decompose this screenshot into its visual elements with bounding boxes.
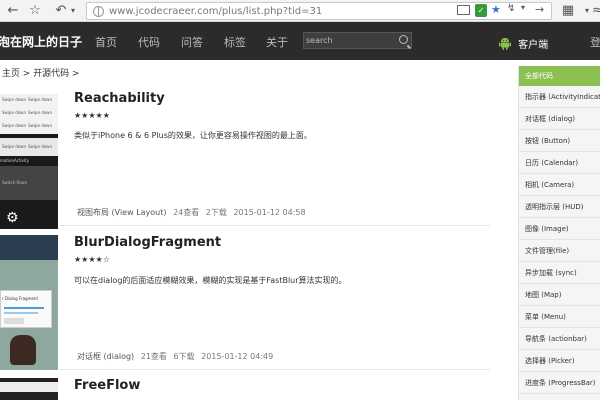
thumb-dialog: r Dialog Fragment <box>0 290 52 328</box>
thumb-text: Swipe down <box>2 144 26 149</box>
item-views: 21查看 <box>140 352 167 361</box>
thumb-row: Swipe down Swipe down <box>0 138 58 156</box>
item-title[interactable]: FreeFlow <box>74 378 140 393</box>
item-date: 2015-01-12 04:49 <box>201 352 274 361</box>
sidebar-item[interactable]: 透明指示层 (HUD) <box>519 196 600 218</box>
sidebar-item[interactable]: 导航条 (actionbar) <box>519 328 600 350</box>
thumb-text: Swipe down <box>2 97 26 102</box>
item-thumbnail[interactable]: Swipe down Swipe down Swipe down Swipe d… <box>0 94 58 229</box>
item-rating: ★★★★★ <box>74 111 110 120</box>
nav-home[interactable]: 首页 <box>95 34 117 50</box>
nav-qa[interactable]: 问答 <box>181 34 203 50</box>
search-input[interactable] <box>306 34 394 47</box>
nav-tags[interactable]: 标签 <box>224 34 246 50</box>
thumb-bar <box>0 382 58 392</box>
undo-icon[interactable]: ↶ <box>54 3 68 19</box>
android-icon <box>499 38 511 50</box>
url-text: www.jcodecraeer.com/plus/list.php?tid=31 <box>109 6 323 17</box>
item-rating: ★★★★☆ <box>74 255 110 264</box>
mail-icon[interactable] <box>457 5 470 15</box>
thumb-figure <box>10 335 36 365</box>
thumb-line <box>4 307 44 309</box>
thumb-text: Switch Rows <box>2 180 27 185</box>
breadcrumb: : 主页 > 开源代码 > <box>0 69 80 79</box>
item-meta: 对话框 (dialog) 21查看 6下载 2015-01-12 04:49 <box>77 351 273 362</box>
sidebar-item[interactable]: 对话框 (dialog) <box>519 108 600 130</box>
login-link[interactable]: 登 <box>590 34 600 50</box>
thumb-text: Swipe down <box>28 144 52 149</box>
item-category[interactable]: 视图布局 (View Layout) <box>77 208 167 217</box>
sidebar-item[interactable]: 文件管理(file) <box>519 240 600 262</box>
search-box <box>303 32 412 49</box>
item-views: 24查看 <box>173 208 200 217</box>
star-icon[interactable]: ☆ <box>28 3 42 19</box>
site-title[interactable]: 泡在网上的日子 <box>0 33 82 50</box>
nav-code[interactable]: 代码 <box>138 34 160 50</box>
sidebar-item[interactable]: 异步加载 (sync) <box>519 262 600 284</box>
sidebar-item[interactable]: 进度条 (ProgressBar) <box>519 372 600 394</box>
sidebar-item[interactable]: 菜单 (Menu) <box>519 306 600 328</box>
thumb-screen: Swipe down Swipe down Swipe down Swipe d… <box>0 94 58 134</box>
nav-about[interactable]: 关于 <box>266 34 288 50</box>
thumb-text: Swipe down <box>28 97 52 102</box>
android-client-label: 客户端 <box>518 40 549 51</box>
item-title[interactable]: Reachability <box>74 91 165 106</box>
item-thumbnail[interactable]: r Dialog Fragment <box>0 235 58 370</box>
browser-toolbar: ← ☆ ↶ ▾ www.jcodecraeer.com/plus/list.ph… <box>0 0 600 22</box>
sidebar-item[interactable]: 相机 (Camera) <box>519 174 600 196</box>
sidebar-item[interactable]: 日历 (Calendar) <box>519 152 600 174</box>
sidebar-item[interactable]: 图像 (Image) <box>519 218 600 240</box>
item-thumbnail[interactable] <box>0 378 58 400</box>
item-description: 类似于iPhone 6 & 6 Plus的效果，让你更容易操作视图的最上面。 <box>74 131 312 140</box>
item-downloads: 2下载 <box>205 208 227 217</box>
thumb-text: mationActivity <box>0 158 29 163</box>
category-sidebar: 全部代码 指示器 (ActivityIndicator) 对话框 (dialog… <box>518 66 600 400</box>
shield-icon[interactable]: ✓ <box>475 4 487 17</box>
sidebar-header[interactable]: 全部代码 <box>519 66 600 86</box>
item-meta: 视图布局 (View Layout) 24查看 2下载 2015-01-12 0… <box>77 207 306 218</box>
favorite-star-icon[interactable]: ★ <box>491 3 501 16</box>
search-icon[interactable] <box>399 35 408 44</box>
back-icon[interactable]: ← <box>6 3 20 19</box>
item-date: 2015-01-12 04:58 <box>233 208 306 217</box>
divider <box>60 225 490 226</box>
go-arrow-icon[interactable]: → <box>535 3 544 16</box>
thumb-text: Swipe down <box>28 110 52 115</box>
thumb-panel: Switch Rows <box>0 166 58 200</box>
wifi-icon[interactable]: ≈ <box>592 3 600 19</box>
sidebar-item[interactable]: 按钮 (Button) <box>519 130 600 152</box>
gear-icon: ⚙ <box>6 210 19 226</box>
sidebar-item[interactable]: 地图 (Map) <box>519 284 600 306</box>
item-category[interactable]: 对话框 (dialog) <box>77 352 134 361</box>
thumb-text: r Dialog Fragment <box>2 296 39 301</box>
item-downloads: 6下载 <box>173 352 195 361</box>
address-bar[interactable]: www.jcodecraeer.com/plus/list.php?tid=31… <box>86 2 552 20</box>
lightning-icon[interactable]: ↯ <box>507 3 515 14</box>
android-client-link[interactable]: 客户端 <box>499 33 549 51</box>
divider <box>60 369 490 370</box>
dropdown-icon[interactable]: ▾ <box>521 3 525 12</box>
thumb-text: Swipe down <box>2 110 26 115</box>
item-description: 可以在dialog的后面适应模糊效果，模糊的实现是基于FastBlur算法实现的… <box>74 276 347 285</box>
sidebar-item[interactable]: 选择器 (Picker) <box>519 350 600 372</box>
globe-icon <box>93 6 104 17</box>
item-title[interactable]: BlurDialogFragment <box>74 235 221 250</box>
thumb-topbar <box>0 235 58 260</box>
thumb-text: Swipe down <box>28 123 52 128</box>
thumb-line <box>4 312 38 314</box>
page: ← ☆ ↶ ▾ www.jcodecraeer.com/plus/list.ph… <box>0 0 600 400</box>
chevron-down-icon[interactable]: ▾ <box>68 3 78 19</box>
site-header: 泡在网上的日子 首页 代码 问答 标签 关于 客户端 登 <box>0 22 600 60</box>
sidebar-item[interactable]: 指示器 (ActivityIndicator) <box>519 86 600 108</box>
thumb-button <box>4 318 24 324</box>
thumb-text: Swipe down <box>2 123 26 128</box>
grid-icon[interactable]: ▦ <box>560 3 576 19</box>
